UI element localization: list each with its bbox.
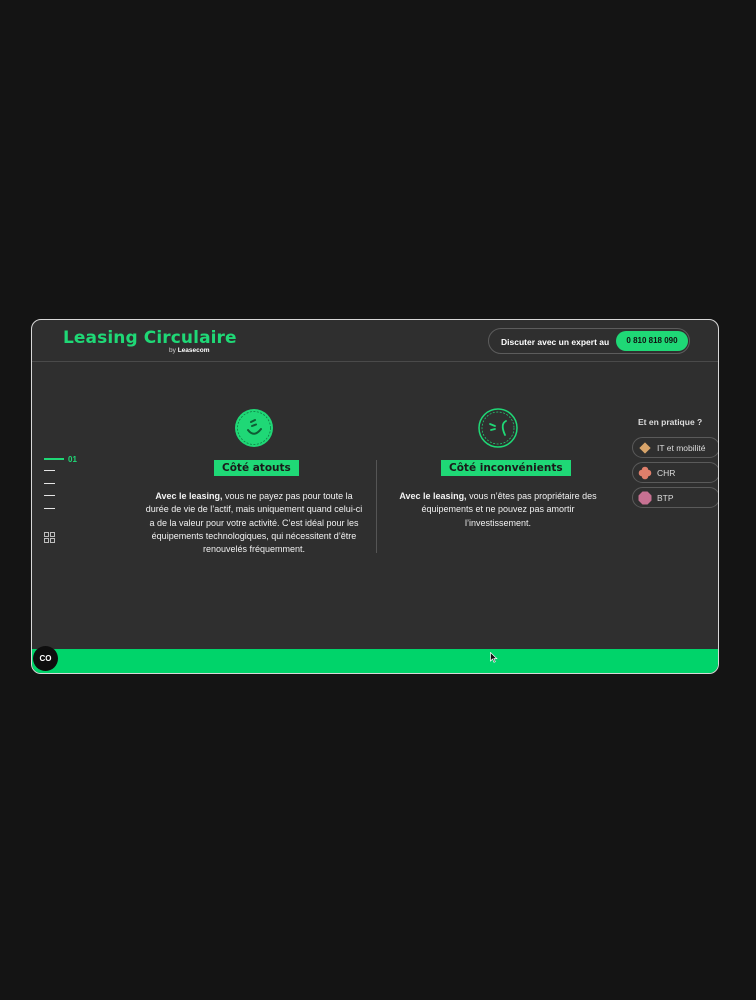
pager-slide-4[interactable] [44, 495, 55, 496]
practice-item-it-mobilite[interactable]: IT et mobilité [632, 437, 718, 458]
practice-item-label: CHR [657, 468, 676, 478]
practice-item-btp[interactable]: BTP [632, 487, 718, 508]
cons-tag: Côté inconvénients [441, 460, 571, 476]
pager-active-indicator[interactable] [44, 458, 64, 460]
footer-band [32, 649, 718, 673]
mouse-cursor-icon [490, 652, 498, 663]
cons-lead: Avec le leasing, [399, 491, 467, 501]
pager-slide-2[interactable] [44, 470, 55, 471]
phone-number-button[interactable]: 0 810 818 090 [616, 331, 688, 351]
co-badge-button[interactable]: CO [33, 646, 58, 671]
octagon-icon [638, 491, 652, 505]
contact-expert-label: Discuter avec un expert au [501, 337, 610, 347]
diamond-icon [639, 442, 651, 454]
pager-current-number: 01 [68, 455, 77, 464]
pros-description: Avec le leasing, vous ne payez pas pour … [144, 490, 364, 556]
grid-view-icon[interactable] [44, 532, 55, 543]
cons-description: Avec le leasing, vous n’êtes pas proprié… [388, 490, 608, 530]
pager-slide-3[interactable] [44, 483, 55, 484]
brand-title[interactable]: Leasing Circulaire [63, 328, 237, 348]
presentation-frame: Leasing Circulaire by Leasecom Discuter … [31, 319, 719, 674]
practice-item-label: IT et mobilité [657, 443, 706, 453]
contact-expert-button[interactable]: Discuter avec un expert au 0 810 818 090 [488, 328, 690, 354]
happy-face-icon [235, 409, 273, 447]
brand-by: by [169, 347, 176, 354]
sad-face-icon [478, 408, 518, 448]
practice-title: Et en pratique ? [638, 417, 703, 427]
flower-icon [638, 466, 652, 480]
practice-item-chr[interactable]: CHR [632, 462, 718, 483]
pager-slide-5[interactable] [44, 508, 55, 509]
brand-subtitle: by Leasecom [169, 347, 209, 354]
pros-tag: Côté atouts [214, 460, 299, 476]
pros-lead: Avec le leasing, [155, 491, 223, 501]
header: Leasing Circulaire by Leasecom Discuter … [32, 320, 718, 362]
brand-company: Leasecom [177, 347, 210, 354]
column-divider [376, 460, 377, 553]
practice-item-label: BTP [657, 493, 674, 503]
